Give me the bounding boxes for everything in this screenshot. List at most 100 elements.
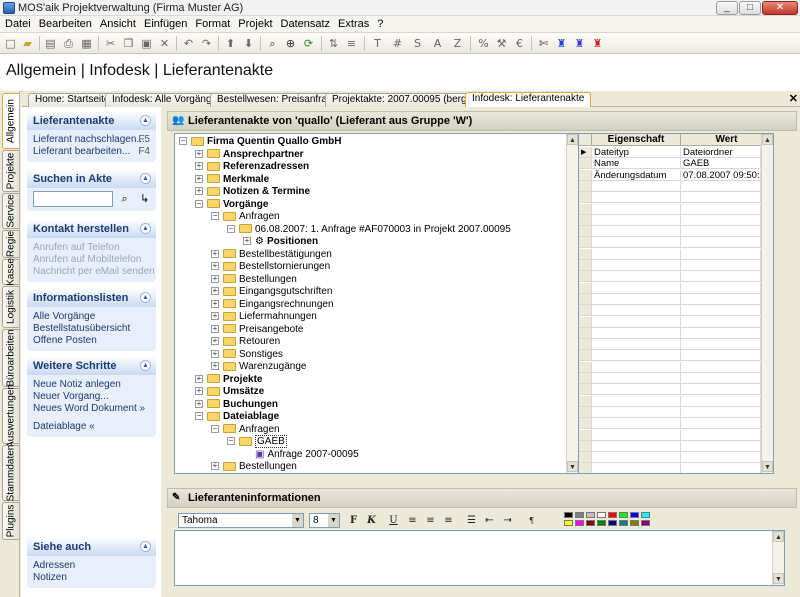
grid-cell-eigenschaft[interactable] (592, 339, 681, 351)
grid-cell-eigenschaft[interactable] (592, 293, 681, 305)
vtab-stammdaten[interactable]: Stammdaten (2, 445, 19, 501)
expand-icon[interactable]: + (211, 262, 219, 271)
text-z-button[interactable]: Z (450, 36, 465, 51)
tree-node[interactable]: + Bestellbestätigungen (211, 249, 332, 261)
collapse-icon[interactable]: − (227, 224, 235, 233)
tree-node[interactable]: − Vorgänge (195, 199, 268, 211)
expand-icon[interactable]: + (211, 274, 219, 283)
link-bestellstatus[interactable]: Bestellstatusübersicht (33, 323, 156, 335)
grid-cell-wert[interactable] (681, 226, 761, 238)
expand-icon[interactable]: + (211, 312, 219, 321)
row-indicator[interactable] (579, 214, 592, 226)
expand-icon[interactable]: + (195, 387, 203, 396)
filter-icon[interactable]: ≡ (344, 36, 359, 51)
link-email-senden[interactable]: Nachricht per eMail senden (33, 266, 156, 278)
grid-cell-eigenschaft[interactable] (592, 452, 681, 464)
expand-icon[interactable]: + (195, 374, 203, 383)
menu-projekt[interactable]: Projekt (233, 16, 275, 30)
expand-icon[interactable]: + (211, 362, 219, 371)
minimize-button[interactable]: _ (716, 1, 738, 15)
grid-cell-wert[interactable]: GAEB (681, 158, 761, 170)
row-indicator[interactable] (579, 169, 592, 181)
search-next-icon[interactable]: ↳ (136, 191, 153, 207)
tree-node[interactable]: + Eingangsrechnungen (211, 299, 334, 311)
search-input[interactable] (33, 191, 113, 207)
cut-icon[interactable]: ✂ (103, 36, 118, 51)
akte-tree[interactable]: − Firma Quentin Quallo GmbH + Ansprechpartn… (174, 133, 579, 474)
sidebar-box-title[interactable]: Weitere Schritte ▲ (27, 356, 156, 375)
row-indicator[interactable] (579, 440, 592, 452)
row-indicator[interactable] (579, 282, 592, 294)
align-right-icon[interactable]: ≡ (441, 513, 456, 528)
italic-button[interactable]: K (364, 513, 379, 528)
scroll-up-icon[interactable]: ▲ (762, 134, 773, 145)
grid-cell-wert[interactable] (681, 327, 761, 339)
color-swatch[interactable] (597, 520, 606, 526)
paste-icon[interactable]: ▣ (139, 36, 154, 51)
vtab-bueroarbeiten[interactable]: Büroarbeiten (2, 329, 19, 387)
tab-projektakte[interactable]: Projektakte: 2007.00095 (berger) (325, 93, 486, 107)
chevron-up-icon[interactable]: ▲ (140, 541, 151, 552)
grid-cell-eigenschaft[interactable] (592, 463, 681, 473)
color-swatch[interactable] (630, 512, 639, 518)
align-center-icon[interactable]: ≡ (423, 513, 438, 528)
grid-cell-wert[interactable] (681, 452, 761, 464)
tree-node[interactable]: + ⚙ Positionen (243, 236, 318, 248)
color-swatch[interactable] (586, 520, 595, 526)
link-dateiablage[interactable]: Dateiablage « (33, 421, 156, 433)
expand-icon[interactable]: + (195, 174, 203, 183)
link-lieferant-nachschlagen[interactable]: Lieferant nachschlagen... F5 (33, 134, 156, 146)
editor-scrollbar[interactable]: ▲ ▼ (772, 531, 784, 585)
tree-node[interactable]: + Warenzugänge (211, 361, 306, 373)
vtab-auswertungen[interactable]: Auswertungen (2, 384, 19, 448)
row-indicator[interactable] (579, 237, 592, 249)
bullet-list-icon[interactable]: ☰ (464, 513, 479, 528)
user-lock-icon[interactable]: ♜ (572, 36, 587, 51)
font-size-select[interactable]: 8 ▼ (309, 513, 340, 528)
expand-icon[interactable]: + (243, 237, 251, 246)
text-hash-button[interactable]: # (390, 36, 405, 51)
tree-node[interactable]: − Firma Quentin Quallo GmbH (179, 136, 341, 148)
grid-cell-eigenschaft[interactable] (592, 406, 681, 418)
link-anrufen-telefon[interactable]: Anrufen auf Telefon (33, 242, 156, 254)
save-icon[interactable]: ▤ (43, 36, 58, 51)
grid-cell-eigenschaft[interactable] (592, 180, 681, 192)
info-text-editor[interactable]: ▲ ▼ (174, 530, 785, 586)
link-offene-posten[interactable]: Offene Posten (33, 335, 156, 347)
refresh-icon[interactable]: ⟳ (301, 36, 316, 51)
row-indicator[interactable] (579, 180, 592, 192)
expand-icon[interactable]: + (195, 399, 203, 408)
sidebar-box-title[interactable]: Siehe auch ▲ (27, 537, 156, 556)
tree-node[interactable]: + Umsätze (195, 386, 264, 398)
grid-cell-eigenschaft[interactable] (592, 192, 681, 204)
grid-header-wert[interactable]: Wert (681, 134, 773, 146)
row-indicator[interactable] (579, 452, 592, 464)
scroll-down-icon[interactable]: ▼ (773, 573, 784, 584)
row-indicator[interactable] (579, 384, 592, 396)
grid-cell-wert[interactable] (681, 395, 761, 407)
euro-button[interactable]: € (512, 36, 527, 51)
grid-cell-wert[interactable] (681, 282, 761, 294)
tree-node[interactable]: − Anfragen (211, 211, 280, 223)
grid-cell-wert[interactable] (681, 429, 761, 441)
row-indicator[interactable] (579, 339, 592, 351)
grid-cell-eigenschaft[interactable] (592, 237, 681, 249)
grid-cell-wert[interactable] (681, 384, 761, 396)
grid-cell-eigenschaft[interactable]: Name (592, 158, 681, 170)
tree-node[interactable]: + Eingangsgutschriften (211, 286, 332, 298)
expand-icon[interactable]: + (195, 162, 203, 171)
tab-infodesk-lieferantenakte[interactable]: Infodesk: Lieferantenakte (465, 92, 592, 107)
chevron-up-icon[interactable]: ▲ (140, 292, 151, 303)
tree-node[interactable]: + Ansprechpartner (195, 149, 304, 161)
expand-icon[interactable]: + (211, 349, 219, 358)
menu-datensatz[interactable]: Datensatz (276, 16, 334, 30)
grid-cell-wert[interactable] (681, 203, 761, 215)
grid-cell-eigenschaft[interactable] (592, 305, 681, 317)
grid-cell-eigenschaft[interactable] (592, 350, 681, 362)
find-icon[interactable]: ⌕ (265, 36, 280, 51)
row-indicator[interactable] (579, 293, 592, 305)
tree-node[interactable]: − Dateiablage (195, 411, 279, 423)
row-indicator[interactable] (579, 406, 592, 418)
tree-node[interactable]: − GAEB (227, 435, 287, 448)
color-swatch[interactable] (608, 520, 617, 526)
